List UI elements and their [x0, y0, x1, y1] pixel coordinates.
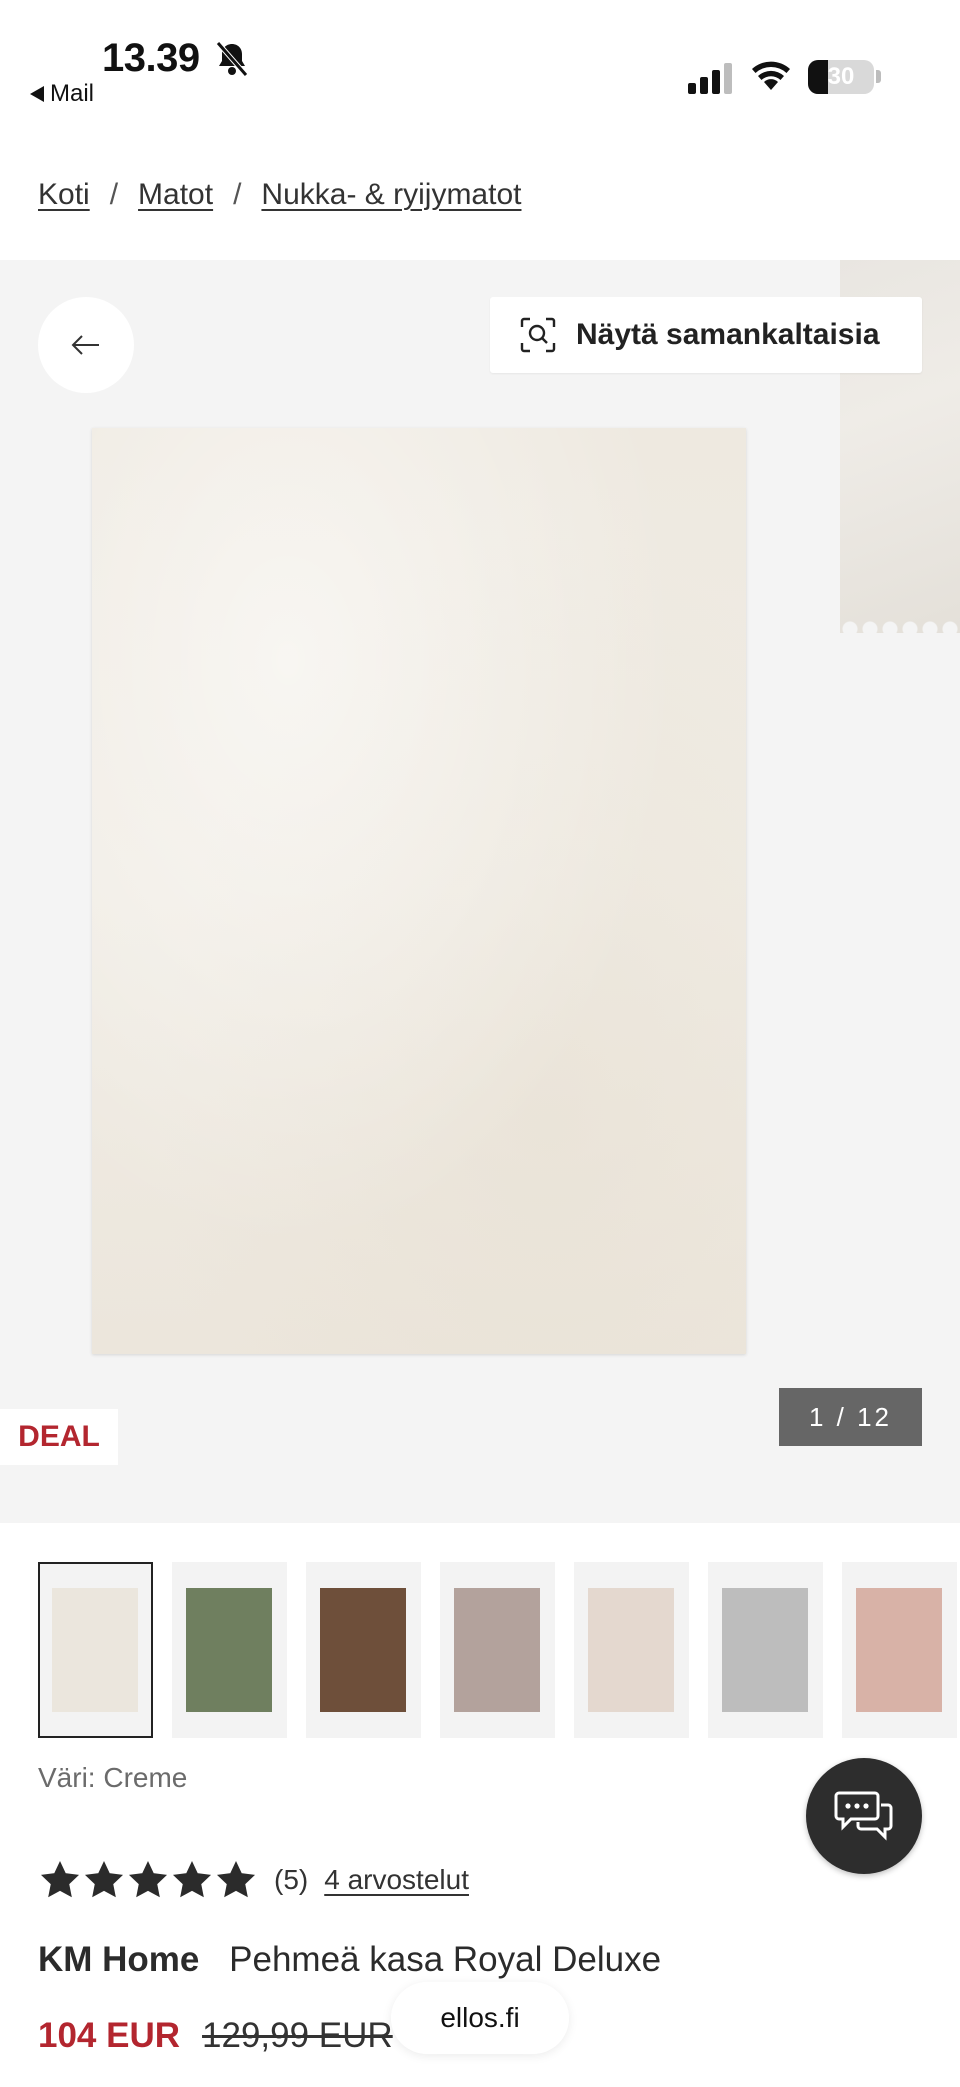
product-rating: (5) 4 arvostelut — [40, 1860, 469, 1900]
color-thumbnail[interactable] — [172, 1562, 287, 1738]
rating-stars — [40, 1860, 256, 1900]
deal-badge: DEAL — [0, 1409, 118, 1465]
original-price: 129,99 EUR — [202, 2016, 393, 2055]
current-price: 104 EUR — [38, 2016, 181, 2055]
arrow-left-icon — [71, 335, 99, 355]
star-icon — [128, 1861, 168, 1898]
product-title: KM Home Pehmeä kasa Royal Deluxe — [38, 1940, 661, 1980]
back-triangle-icon — [30, 86, 44, 102]
breadcrumb: Koti / Matot / Nukka- & ryijymatot — [38, 178, 521, 212]
browser-url-pill[interactable]: ellos.fi — [391, 1982, 569, 2054]
star-icon — [40, 1861, 80, 1898]
breadcrumb-item-nukka-ryijymatot[interactable]: Nukka- & ryijymatot — [261, 178, 521, 212]
breadcrumb-separator: / — [109, 178, 119, 211]
color-label: Väri: Creme — [38, 1762, 188, 1793]
product-image[interactable] — [92, 428, 746, 1354]
back-to-app-link[interactable]: Mail — [30, 80, 94, 108]
battery-percent: 30 — [827, 63, 855, 90]
color-thumbnail[interactable] — [38, 1562, 153, 1738]
color-thumbnail[interactable] — [306, 1562, 421, 1738]
breadcrumb-item-koti[interactable]: Koti — [38, 178, 90, 212]
battery-indicator: 30 — [808, 60, 874, 94]
color-thumbnail[interactable] — [708, 1562, 823, 1738]
chat-button[interactable] — [806, 1758, 922, 1874]
thumbnail-image — [588, 1588, 674, 1712]
star-icon — [216, 1861, 256, 1898]
rating-count: (5) — [274, 1864, 309, 1895]
product-brand[interactable]: KM Home — [38, 1940, 199, 1979]
thumbnail-image — [52, 1588, 138, 1712]
thumbnail-image — [722, 1588, 808, 1712]
wifi-icon — [752, 61, 790, 90]
thumbnail-image — [320, 1588, 406, 1712]
bell-muted-icon — [216, 41, 248, 77]
chat-bubbles-icon — [834, 1791, 893, 1841]
color-thumbnail[interactable] — [440, 1562, 555, 1738]
image-counter: 1 / 12 — [779, 1388, 922, 1446]
price-row: 104 EUR 129,99 EUR — [38, 2016, 393, 2056]
battery-cap — [876, 70, 881, 83]
breadcrumb-item-matot[interactable]: Matot — [138, 178, 213, 212]
back-button[interactable] — [38, 297, 134, 393]
show-similar-label: Näytä samankaltaisia — [576, 318, 880, 351]
thumbnail-image — [186, 1588, 272, 1712]
back-app-label: Mail — [50, 80, 95, 107]
reviews-link[interactable]: 4 arvostelut — [324, 1864, 469, 1896]
star-icon — [84, 1861, 124, 1898]
show-similar-button[interactable]: Näytä samankaltaisia — [490, 297, 922, 373]
clock: 13.39 — [102, 36, 200, 80]
color-thumbnail[interactable] — [842, 1562, 957, 1738]
color-variant-thumbnails — [38, 1562, 960, 1738]
breadcrumb-separator: / — [233, 178, 242, 211]
product-name: Pehmeä kasa Royal Deluxe — [229, 1940, 662, 1979]
color-thumbnail[interactable] — [574, 1562, 689, 1738]
cellular-signal-icon — [688, 63, 732, 94]
status-bar: 13.39 Mail 30 — [0, 0, 960, 120]
thumbnail-image — [454, 1588, 540, 1712]
thumbnail-image — [856, 1588, 942, 1712]
star-icon — [172, 1861, 212, 1898]
product-image-gallery[interactable]: Näytä samankaltaisia DEAL 1 / 12 — [0, 260, 960, 1523]
visual-search-icon — [520, 317, 556, 353]
